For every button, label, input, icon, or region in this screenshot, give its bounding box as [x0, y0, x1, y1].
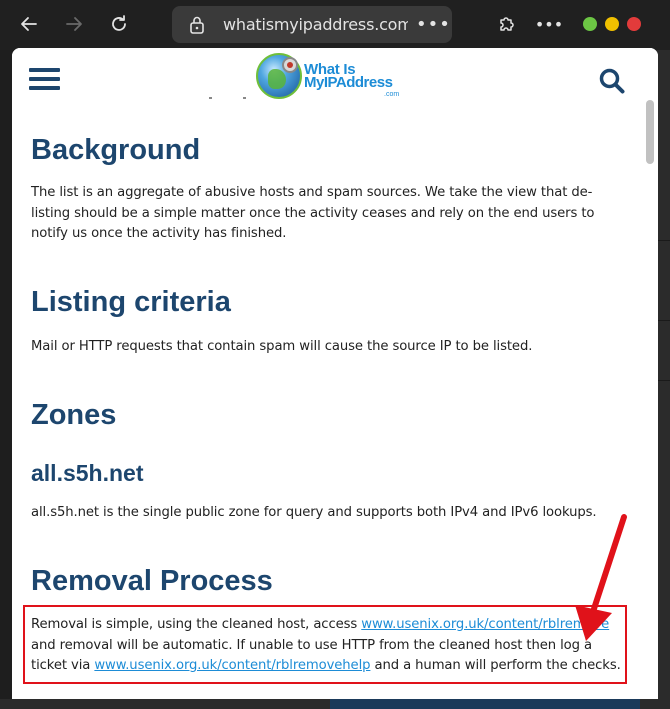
- heading-removal-process: Removal Process: [31, 565, 273, 597]
- desktop-bottom-strip: [0, 699, 670, 709]
- puzzle-icon: [500, 17, 514, 31]
- background-text: The list is an aggregate of abusive host…: [31, 185, 595, 241]
- arrow-right-icon: [66, 17, 82, 31]
- search-button[interactable]: [598, 67, 626, 95]
- separator-fragment: [209, 97, 246, 99]
- web-page: What Is MyIPAddress .com Background The …: [12, 48, 658, 699]
- address-url[interactable]: whatismyipaddress.com/: [223, 15, 408, 34]
- red-arrow-annotation: [575, 514, 627, 641]
- refresh-icon: [112, 15, 126, 31]
- zone-description-text: all.s5h.net is the single public zone fo…: [31, 505, 597, 520]
- listing-criteria-text: Mail or HTTP requests that contain spam …: [31, 339, 533, 354]
- menu-icon[interactable]: [29, 68, 60, 90]
- logo-text-line3: .com: [384, 91, 400, 98]
- address-bar[interactable]: whatismyipaddress.com/ •••: [172, 6, 452, 43]
- heading-zones: Zones: [31, 399, 117, 431]
- browser-toolbar: whatismyipaddress.com/ ••• •••: [0, 0, 670, 50]
- heading-listing-criteria: Listing criteria: [31, 286, 231, 318]
- highlight-rectangle-annotation: [23, 605, 627, 684]
- globe-icon: [256, 53, 302, 99]
- lock-icon: [188, 15, 206, 39]
- site-logo[interactable]: What Is MyIPAddress .com: [256, 53, 401, 105]
- back-button[interactable]: [15, 10, 43, 38]
- site-header: What Is MyIPAddress .com: [12, 48, 658, 108]
- minimize-window-button[interactable]: [583, 17, 597, 31]
- heading-background: Background: [31, 134, 201, 166]
- logo-text-line2: MyIPAddress: [304, 74, 393, 91]
- arrow-left-icon: [21, 17, 37, 31]
- page-scrollbar[interactable]: [646, 100, 654, 164]
- subheading-zone-name: all.s5h.net: [31, 460, 144, 486]
- maximize-window-button[interactable]: [605, 17, 619, 31]
- refresh-button[interactable]: [105, 10, 133, 38]
- forward-button[interactable]: [60, 10, 88, 38]
- settings-more-button[interactable]: •••: [535, 10, 563, 38]
- extensions-button[interactable]: [493, 10, 521, 38]
- address-more-icon[interactable]: •••: [416, 14, 451, 35]
- close-window-button[interactable]: [627, 17, 641, 31]
- search-icon: [599, 68, 625, 94]
